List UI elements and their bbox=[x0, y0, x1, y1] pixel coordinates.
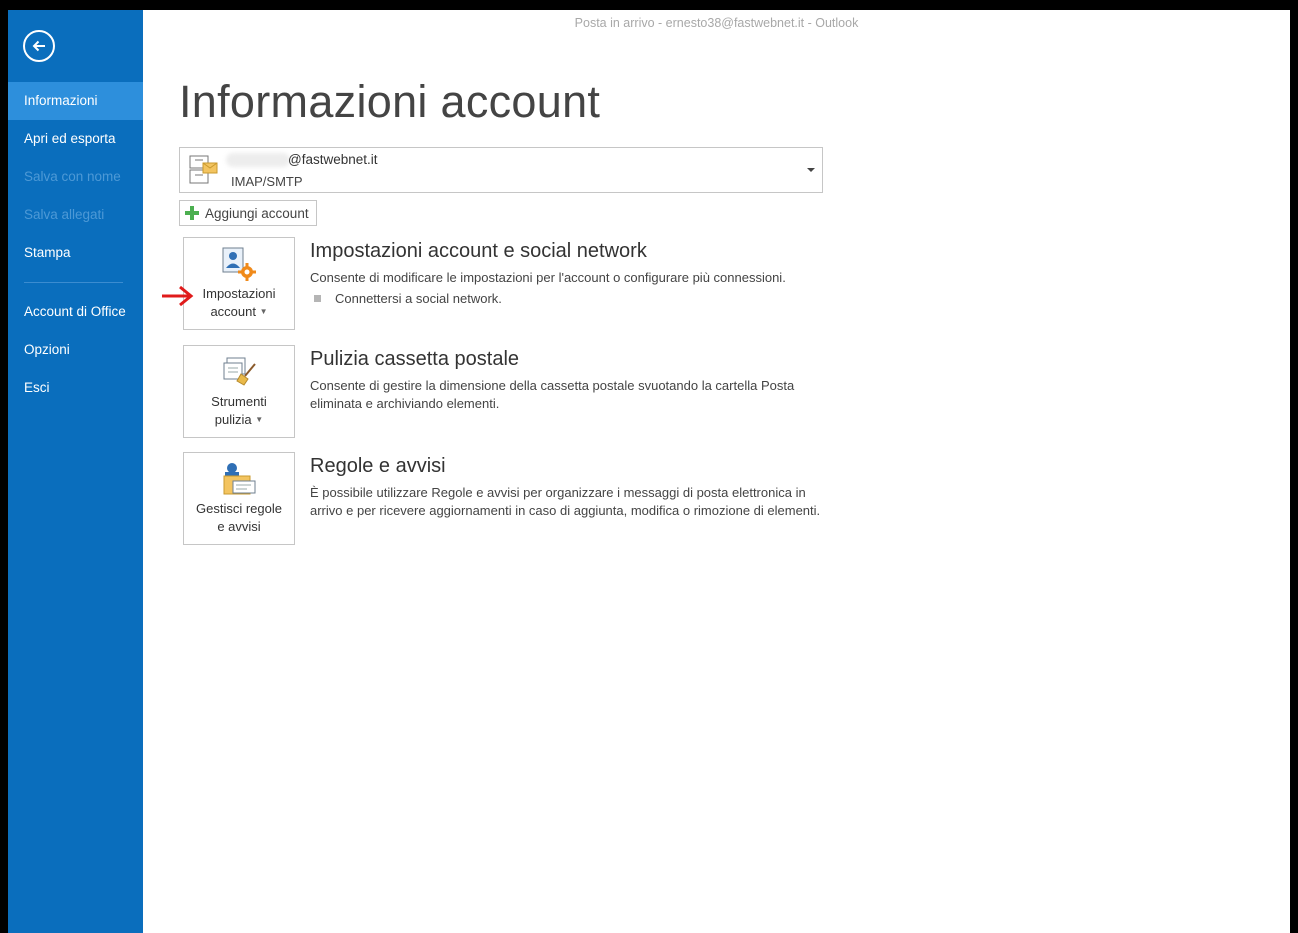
dropdown-caret-icon: ▼ bbox=[255, 415, 264, 424]
plus-icon bbox=[185, 206, 199, 220]
rules-alerts-section: Regole e avvisi È possibile utilizzare R… bbox=[310, 455, 830, 520]
back-arrow-icon bbox=[32, 40, 45, 52]
account-selector[interactable]: @fastwebnet.it IMAP/SMTP bbox=[179, 147, 823, 193]
nav-item-opzioni[interactable]: Opzioni bbox=[8, 331, 143, 369]
nav-item-salva-allegati: Salva allegati bbox=[24, 207, 105, 222]
bullet-text: Connettersi a social network. bbox=[335, 291, 502, 306]
cleanup-tools-tile[interactable]: Strumenti pulizia ▼ bbox=[183, 345, 295, 438]
bullet-square-icon bbox=[314, 295, 321, 302]
account-settings-tile[interactable]: Impostazioni account ▼ bbox=[183, 237, 295, 330]
tile-label-line2: pulizia bbox=[214, 412, 252, 427]
social-network-bullet: Connettersi a social network. bbox=[314, 291, 830, 306]
chevron-down-icon bbox=[807, 168, 815, 172]
account-settings-section: Impostazioni account e social network Co… bbox=[310, 240, 830, 306]
add-account-label: Aggiungi account bbox=[205, 205, 309, 221]
section-heading: Regole e avvisi bbox=[310, 455, 446, 477]
rules-alerts-label: Gestisci regole e avvisi bbox=[186, 500, 292, 536]
window-title: Posta in arrivo - ernesto38@fastwebnet.i… bbox=[574, 16, 859, 30]
back-button[interactable] bbox=[23, 30, 55, 62]
backstage-nav: Informazioni Apri ed esporta Salva con n… bbox=[8, 82, 143, 407]
outlook-window: Informazioni Apri ed esporta Salva con n… bbox=[8, 10, 1290, 933]
backstage-sidebar: Informazioni Apri ed esporta Salva con n… bbox=[8, 10, 143, 933]
cleanup-tools-icon bbox=[223, 357, 256, 386]
nav-item-informazioni[interactable]: Informazioni bbox=[8, 82, 143, 120]
rules-alerts-icon bbox=[223, 463, 256, 495]
account-settings-icon bbox=[222, 247, 256, 281]
dropdown-caret-icon: ▼ bbox=[259, 307, 268, 316]
tile-label-line2: account bbox=[210, 304, 256, 319]
tile-label-line2: e avvisi bbox=[217, 519, 261, 534]
nav-item-stampa[interactable]: Stampa bbox=[8, 234, 143, 272]
account-mailbox-icon bbox=[189, 155, 218, 184]
section-heading: Impostazioni account e social network bbox=[310, 240, 647, 262]
tile-label-line1: Strumenti bbox=[211, 394, 267, 409]
section-description: Consente di gestire la dimensione della … bbox=[310, 378, 795, 411]
nav-item-apri-esporta[interactable]: Apri ed esporta bbox=[8, 120, 143, 158]
tile-label-line1: Impostazioni bbox=[202, 286, 276, 301]
nav-item-salva-con-nome: Salva con nome bbox=[24, 169, 121, 184]
mailbox-cleanup-section: Pulizia cassetta postale Consente di ges… bbox=[310, 348, 830, 413]
red-annotation-arrow-icon bbox=[162, 285, 194, 307]
nav-item-account-office[interactable]: Account di Office bbox=[8, 293, 143, 331]
add-account-button[interactable]: Aggiungi account bbox=[179, 200, 317, 226]
section-description: È possibile utilizzare Regole e avvisi p… bbox=[310, 485, 821, 518]
account-settings-label: Impostazioni account ▼ bbox=[186, 285, 292, 321]
account-email: @fastwebnet.it bbox=[288, 152, 378, 167]
account-protocol: IMAP/SMTP bbox=[231, 174, 303, 189]
nav-separator bbox=[24, 282, 123, 283]
page-title: Informazioni account bbox=[179, 76, 601, 127]
cleanup-tools-label: Strumenti pulizia ▼ bbox=[186, 393, 292, 429]
section-description: Consente di modificare le impostazioni p… bbox=[310, 270, 786, 285]
section-heading: Pulizia cassetta postale bbox=[310, 348, 520, 370]
redacted-username bbox=[226, 153, 290, 167]
rules-alerts-tile[interactable]: Gestisci regole e avvisi bbox=[183, 452, 295, 545]
tile-label-line1: Gestisci regole bbox=[196, 501, 282, 516]
nav-item-esci[interactable]: Esci bbox=[8, 369, 143, 407]
